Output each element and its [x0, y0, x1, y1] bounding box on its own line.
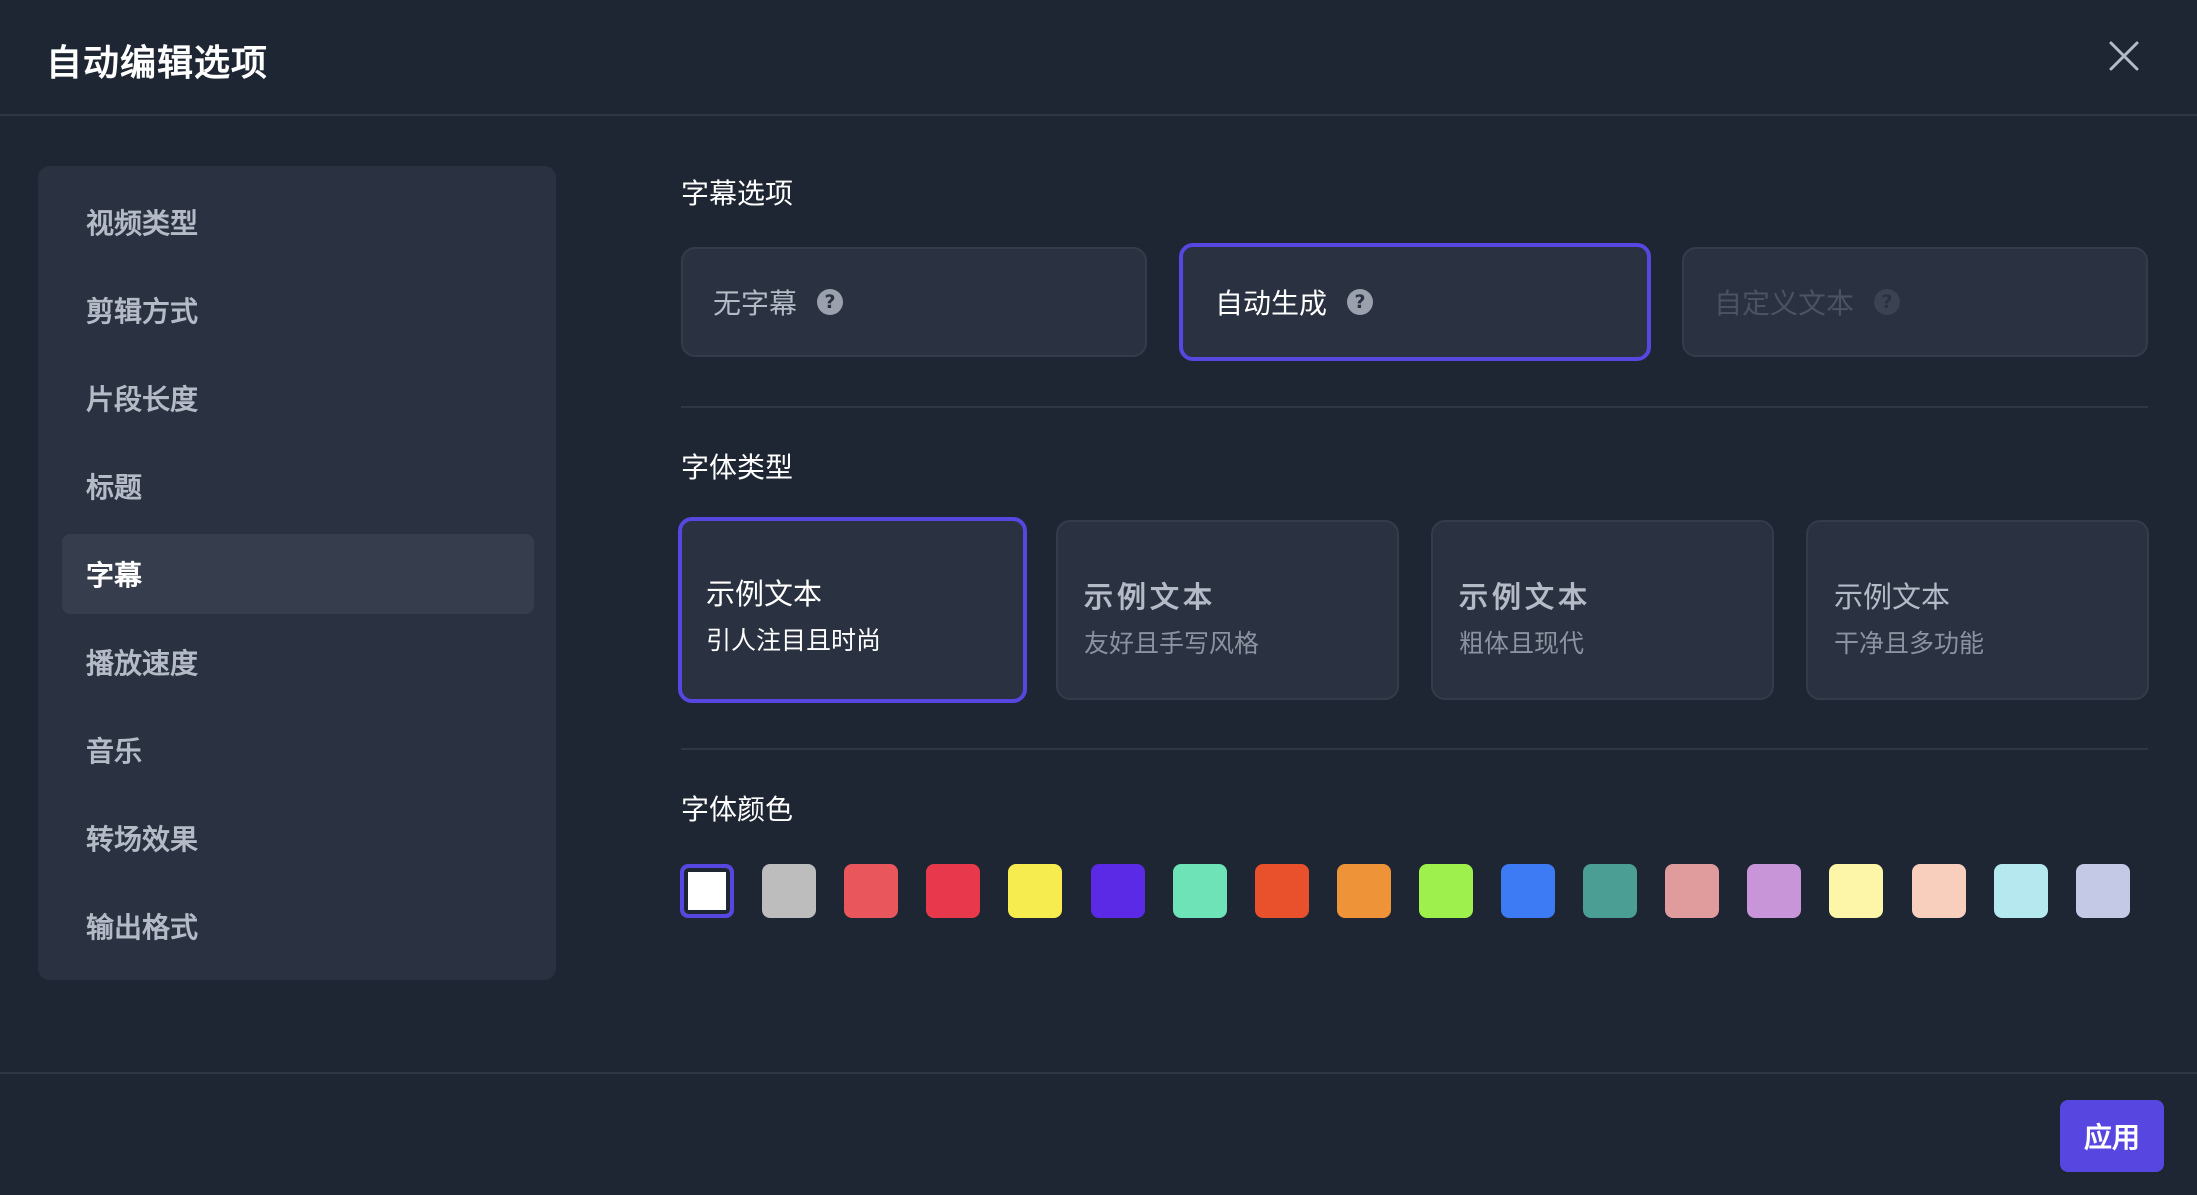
help-icon[interactable]: ? — [817, 289, 844, 315]
font-type-heading: 字体类型 — [681, 451, 794, 484]
font-sample-text: 示例文本 — [1459, 580, 1592, 614]
subtitle-options-heading: 字幕选项 — [681, 177, 794, 210]
font-card-handwritten[interactable]: 示例文本 友好且手写风格 — [1056, 520, 1399, 700]
color-swatch[interactable] — [1583, 864, 1637, 918]
font-card-bold-modern[interactable]: 示例文本 粗体且现代 — [1431, 520, 1774, 700]
font-sample-text: 示例文本 — [1084, 580, 1217, 614]
subtitle-option-label: 无字幕 — [713, 287, 798, 320]
sidebar-item-subtitles[interactable]: 字幕 — [62, 534, 534, 614]
subtitle-option-custom: 自定义文本 ? — [1682, 247, 2148, 357]
color-swatch[interactable] — [762, 864, 816, 918]
sidebar-item-playback-speed[interactable]: 播放速度 — [62, 622, 534, 702]
color-swatch[interactable] — [1994, 864, 2048, 918]
sidebar-item-video-type[interactable]: 视频类型 — [62, 182, 534, 262]
sidebar-item-transitions[interactable]: 转场效果 — [62, 798, 534, 878]
color-swatch[interactable] — [844, 864, 898, 918]
font-card-clean-versatile[interactable]: 示例文本 干净且多功能 — [1806, 520, 2149, 700]
dialog-header: 自动编辑选项 — [0, 0, 2197, 116]
color-swatch[interactable] — [1337, 864, 1391, 918]
subtitle-option-auto[interactable]: 自动生成 ? — [1179, 243, 1651, 361]
font-description: 干净且多功能 — [1834, 629, 1985, 658]
color-swatch[interactable] — [2076, 864, 2130, 918]
font-description: 引人注目且时尚 — [706, 626, 882, 655]
color-swatch[interactable] — [1008, 864, 1062, 918]
color-swatch[interactable] — [1747, 864, 1801, 918]
font-color-heading: 字体颜色 — [681, 793, 794, 826]
help-icon[interactable]: ? — [1347, 289, 1374, 315]
color-swatch[interactable] — [1255, 864, 1309, 918]
dialog-title: 自动编辑选项 — [46, 43, 269, 84]
font-description: 粗体且现代 — [1459, 629, 1585, 658]
subtitle-option-label: 自动生成 — [1215, 287, 1328, 320]
font-card-stylish[interactable]: 示例文本 引人注目且时尚 — [678, 517, 1027, 703]
font-description: 友好且手写风格 — [1084, 629, 1260, 658]
color-swatch[interactable] — [1501, 864, 1555, 918]
sidebar: 视频类型 剪辑方式 片段长度 标题 字幕 播放速度 音乐 转场效果 输出格式 — [38, 166, 556, 980]
close-button[interactable] — [2106, 38, 2142, 74]
color-swatch[interactable] — [1829, 864, 1883, 918]
color-swatch[interactable] — [1419, 864, 1473, 918]
apply-button[interactable]: 应用 — [2060, 1100, 2164, 1172]
color-swatch[interactable] — [680, 864, 734, 918]
sidebar-item-music[interactable]: 音乐 — [62, 710, 534, 790]
sidebar-item-clip-length[interactable]: 片段长度 — [62, 358, 534, 438]
section-divider — [681, 748, 2148, 750]
font-sample-text: 示例文本 — [706, 577, 823, 611]
color-swatch[interactable] — [1173, 864, 1227, 918]
close-icon — [2109, 41, 2139, 71]
help-icon: ? — [1874, 289, 1901, 315]
section-divider — [681, 406, 2148, 408]
subtitle-option-label: 自定义文本 — [1714, 287, 1855, 320]
color-swatch[interactable] — [926, 864, 980, 918]
color-swatch[interactable] — [1665, 864, 1719, 918]
sidebar-item-output-format[interactable]: 输出格式 — [62, 886, 534, 966]
color-swatch[interactable] — [1091, 864, 1145, 918]
sidebar-item-title[interactable]: 标题 — [62, 446, 534, 526]
color-swatch[interactable] — [1912, 864, 1966, 918]
auto-edit-dialog: 自动编辑选项 视频类型 剪辑方式 片段长度 标题 字幕 播放速度 音乐 转场效果… — [0, 0, 2197, 1195]
subtitle-option-none[interactable]: 无字幕 ? — [681, 247, 1147, 357]
footer-divider — [0, 1072, 2197, 1074]
sidebar-item-edit-method[interactable]: 剪辑方式 — [62, 270, 534, 350]
font-sample-text: 示例文本 — [1834, 580, 1951, 614]
